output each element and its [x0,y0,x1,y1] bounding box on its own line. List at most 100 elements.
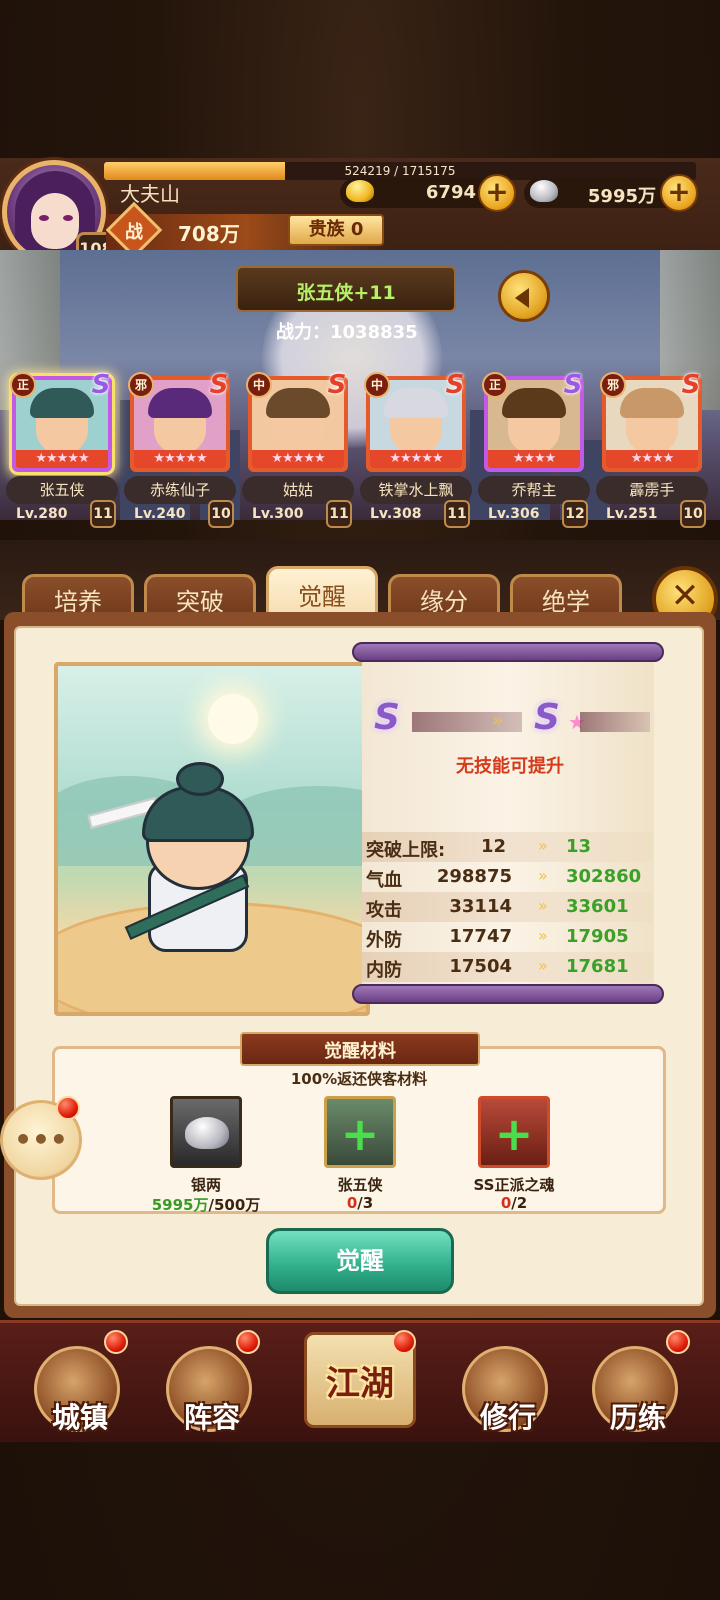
nav-label: 江湖 [326,1364,394,1404]
hero-rank: 10 [680,500,706,528]
add-silver-button[interactable]: + [660,174,698,212]
stat-arrow-icon: » [538,896,548,915]
faction-badge: 正 [482,372,508,398]
hero-card[interactable]: ★★★★★ 邪 S 赤练仙子 Lv.240 10 [124,370,236,528]
material-count: 0/3 [346,1194,374,1212]
stat-label: 气血 [366,870,402,891]
hero-level: Lv.306 [488,506,540,522]
hero-rank: 12 [562,500,588,528]
notification-dot [56,1096,80,1120]
awaken-button[interactable]: 觉醒 [266,1228,454,1294]
material-silver-slot[interactable] [170,1096,242,1168]
hero-stars: ★★★★ [606,450,698,468]
nav-label: 城镇 [51,1401,108,1434]
hero-rank: 11 [444,500,470,528]
noble-badge[interactable]: 贵族 0 [288,214,384,246]
stat-current: 12 [480,836,506,857]
hero-stars: ★★★★ [488,450,580,468]
stat-current: 33114 [449,896,512,917]
material-count: 5995万/500万 [151,1196,261,1214]
hero-card[interactable]: ★★★★★ 中 S 姑姑 Lv.300 11 [242,370,354,528]
grade-badge-icon: S [327,370,347,400]
stat-next: 33601 [566,896,629,917]
grade-right-strip [580,712,650,732]
grade-badge-icon: S [681,370,701,400]
stat-arrow-icon: » [538,836,548,855]
gold-amount: 6794 [425,182,476,203]
notification-dot [236,1330,260,1354]
hero-card[interactable]: ★★★★ 邪 S 霹雳手 Lv.251 10 [596,370,708,528]
hero-stars: ★★★★★ [370,450,462,468]
grade-arrow-strip [412,712,522,732]
material-hero-slot[interactable]: + [324,1096,396,1168]
stat-current: 298875 [436,866,512,887]
add-gold-button[interactable]: + [478,174,516,212]
battle-power-glyph: 战 [125,222,143,243]
nav-label: 阵容 [183,1401,240,1434]
nav-label: 修行 [479,1401,536,1434]
hero-card[interactable]: ★★★★★ 正 S 张五侠 Lv.280 11 [6,370,118,528]
hero-level: Lv.300 [252,506,304,522]
hero-level: Lv.280 [16,506,68,522]
faction-badge: 邪 [600,372,626,398]
grade-badge-icon: S [445,370,465,400]
add-plus-icon: + [340,1107,380,1161]
grade-badge-icon: S [209,370,229,400]
faction-badge: 正 [10,372,36,398]
stat-next: 17905 [566,926,629,947]
material-name: 银两 [190,1176,221,1194]
stat-label: 内防 [366,960,402,981]
stat-label: 外防 [366,930,402,951]
hero-level: Lv.251 [606,506,658,522]
materials-subtitle: 100%返还侠客材料 [290,1070,428,1088]
stat-row: 攻击 33114 » 33601 [362,892,652,922]
stat-label: 攻击 [366,900,402,921]
grade-badge-icon: S [91,370,111,400]
material-name: SS正派之魂 [473,1176,555,1194]
chat-bubble-icon: ••• [14,1123,68,1156]
stat-next: 13 [566,836,592,857]
game-screen: 524219 / 1715175 108 大夫山 6794 + 5995万 + … [0,0,720,1600]
silver-amount: 5995万 [587,186,656,207]
hero-rank: 10 [208,500,234,528]
hero-card[interactable]: ★★★★ 正 S 乔帮主 Lv.306 12 [478,370,590,528]
hero-portrait [54,662,370,1016]
nav-training[interactable]: 修行 [458,1340,558,1440]
hero-level: Lv.240 [134,506,186,522]
grade-arrow-icon: » [492,710,504,731]
battle-power-value: 708万 [178,222,240,246]
stat-row: 外防 17747 » 17905 [362,922,652,952]
stat-next: 302860 [566,866,642,887]
grade-badge-icon: S [563,370,583,400]
material-count: 0/2 [500,1194,528,1212]
nav-lineup[interactable]: 阵容 [162,1340,262,1440]
faction-badge: 中 [246,372,272,398]
speaker-icon [515,288,529,308]
hero-rank: 11 [326,500,352,528]
nav-trial[interactable]: 历练 [588,1340,688,1440]
silver-ingot-icon [185,1117,229,1149]
notification-dot [392,1330,416,1354]
voice-button[interactable] [498,270,550,322]
hero-rank: 11 [90,500,116,528]
stat-row: 气血 298875 » 302860 [362,862,652,892]
stat-arrow-icon: » [538,926,548,945]
hero-level: Lv.308 [370,506,422,522]
stat-arrow-icon: » [538,956,548,975]
player-name: 大夫山 [120,182,180,206]
material-name: 张五侠 [337,1176,383,1194]
current-grade-s-icon: S [374,697,400,738]
faction-badge: 邪 [128,372,154,398]
material-soul-slot[interactable]: + [478,1096,550,1168]
hero-stars: ★★★★★ [16,450,108,468]
nav-town[interactable]: 城镇 [30,1340,130,1440]
stat-row: 突破上限: 12» 13 [362,832,652,862]
next-grade-s-icon: S [534,697,560,738]
skill-note: 无技能可提升 [456,756,564,777]
add-plus-icon: + [494,1107,534,1161]
hero-card[interactable]: ★★★★★ 中 S 铁掌水上飘 Lv.308 11 [360,370,472,528]
stat-next: 17681 [566,956,629,977]
notification-dot [666,1330,690,1354]
gold-ingot-icon [346,180,374,202]
hero-stars: ★★★★★ [134,450,226,468]
